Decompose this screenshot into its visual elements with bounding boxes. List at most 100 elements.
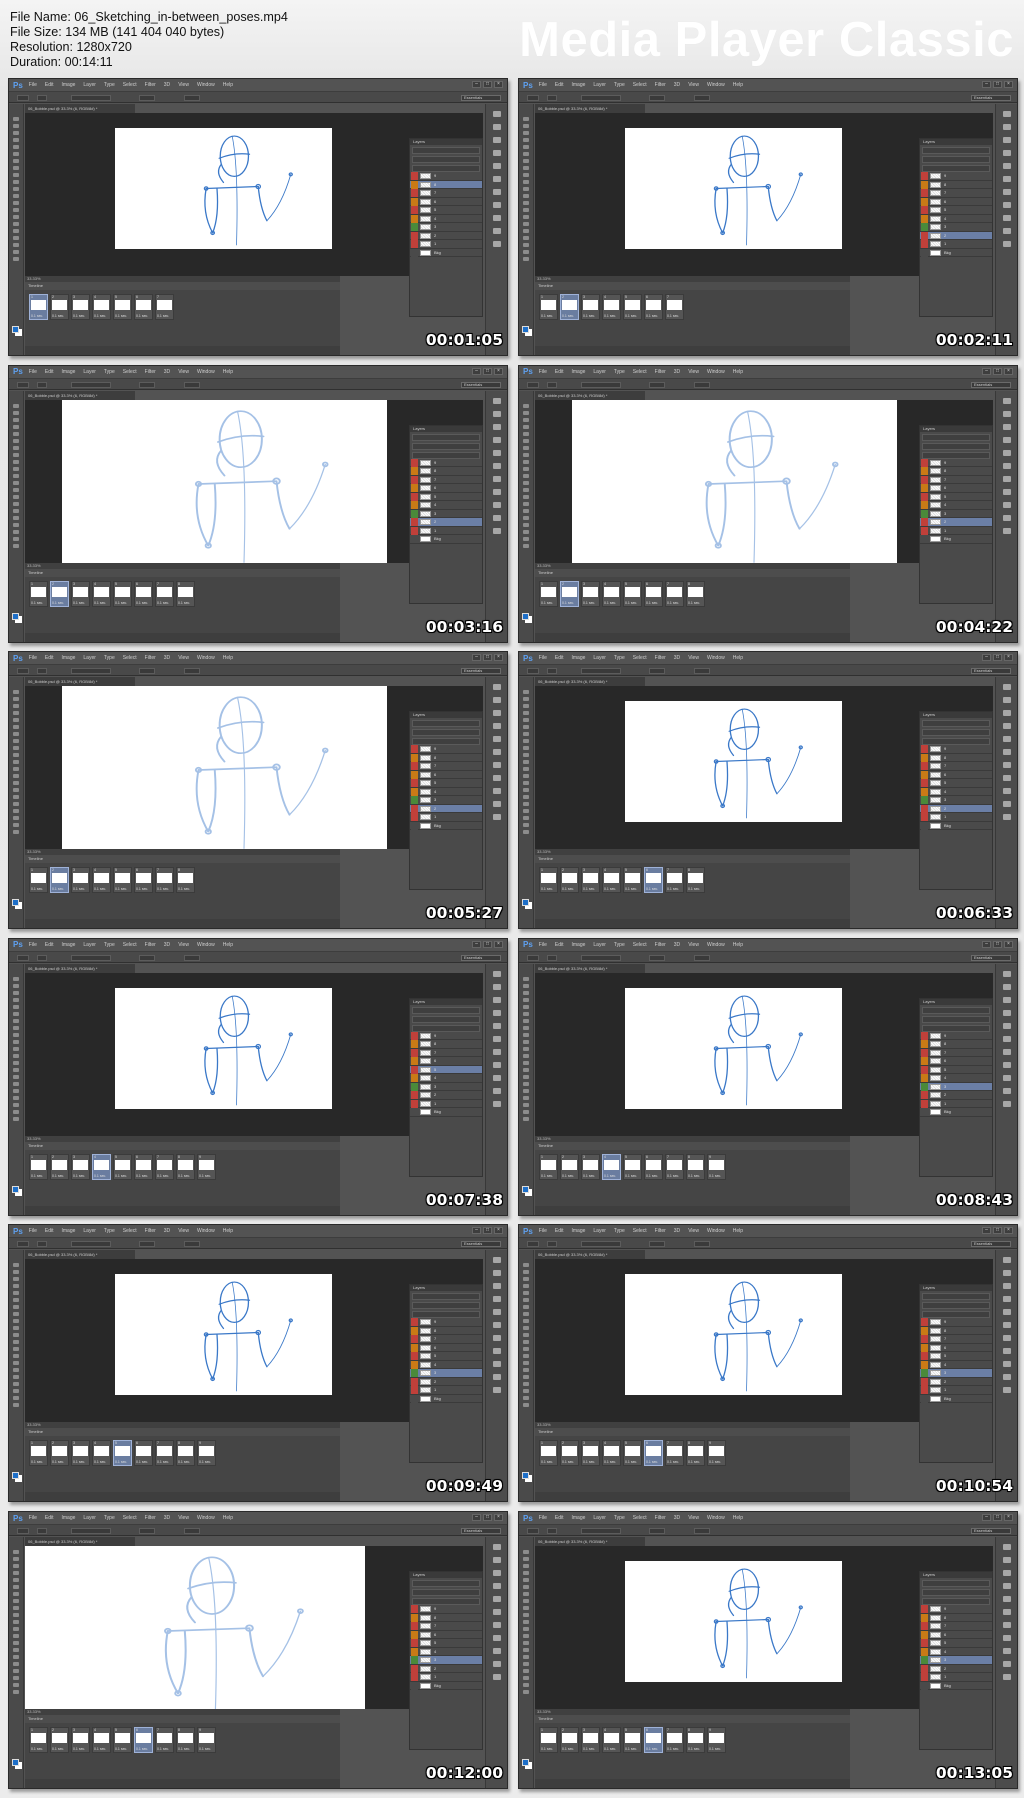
timeline-frame[interactable]: 1 0.1 sec. <box>29 580 48 607</box>
dock-panel-icon[interactable] <box>1002 215 1011 221</box>
tool-icon[interactable] <box>13 473 19 478</box>
layer-color-tag[interactable] <box>411 509 418 518</box>
menu-filter[interactable]: Filter <box>655 1515 666 1521</box>
tool-icon[interactable] <box>13 1095 19 1100</box>
menu-file[interactable]: File <box>29 82 37 88</box>
layer-row[interactable]: 8 <box>410 1040 482 1049</box>
menu-layer[interactable]: Layer <box>593 82 606 88</box>
layer-row[interactable]: 9 <box>410 1318 482 1327</box>
option-field[interactable] <box>37 954 47 961</box>
tool-icon[interactable] <box>523 1291 529 1296</box>
menu-help[interactable]: Help <box>223 1228 233 1234</box>
dock-panel-icon[interactable] <box>492 1270 501 1277</box>
dock-panel-icon[interactable] <box>1002 1348 1011 1355</box>
layer-color-tag[interactable] <box>411 745 418 754</box>
frame-duration[interactable]: 0.1 sec. <box>136 314 148 318</box>
frame-duration[interactable]: 0.1 sec. <box>562 1174 574 1178</box>
tool-icon[interactable] <box>13 1046 19 1051</box>
tool-icon[interactable] <box>13 753 19 758</box>
menu-window[interactable]: Window <box>707 82 725 88</box>
layer-color-tag[interactable] <box>921 1091 928 1100</box>
frame-duration[interactable]: 0.1 sec. <box>646 1174 658 1178</box>
layer-row[interactable]: 1 <box>920 1099 992 1109</box>
frame-duration[interactable]: 0.1 sec. <box>31 1460 43 1464</box>
tool-icon[interactable] <box>523 1389 529 1394</box>
tool-icon[interactable] <box>13 1585 19 1589</box>
menu-edit[interactable]: Edit <box>45 369 54 375</box>
frame-duration[interactable]: 0.1 sec. <box>583 314 595 318</box>
tool-icon[interactable] <box>13 201 19 205</box>
tool-icon[interactable] <box>523 473 529 478</box>
layer-row[interactable]: 2 <box>410 804 482 814</box>
tool-icon[interactable] <box>523 802 529 807</box>
dock-panel-icon[interactable] <box>1002 1035 1011 1042</box>
dock-panel-icon[interactable] <box>1002 176 1011 182</box>
dock-panel-icon[interactable] <box>1002 1661 1011 1667</box>
layer-row[interactable]: 8 <box>410 1326 482 1336</box>
menu-image[interactable]: Image <box>571 369 585 375</box>
layer-row[interactable]: 3 <box>410 1082 482 1092</box>
layer-row[interactable]: 8 <box>920 1040 992 1049</box>
timeline-frame[interactable]: 6 0.1 sec. <box>644 1440 663 1467</box>
layer-color-tag[interactable] <box>921 214 928 223</box>
timeline-frame[interactable]: 1 0.1 sec. <box>539 1727 558 1753</box>
tool-icon[interactable] <box>523 417 529 422</box>
layer-color-tag[interactable] <box>411 172 418 180</box>
menu-type[interactable]: Type <box>104 82 115 88</box>
dock-panel-icon[interactable] <box>492 137 501 143</box>
menu-window[interactable]: Window <box>197 82 215 88</box>
layer-color-tag[interactable] <box>411 518 418 527</box>
tool-icon[interactable] <box>523 222 529 226</box>
timeline-frame[interactable]: 6 0.1 sec. <box>644 1727 663 1753</box>
dock-panel-icon[interactable] <box>492 475 501 482</box>
timeline-frame[interactable]: 2 0.1 sec. <box>50 1153 69 1180</box>
layer-color-tag[interactable] <box>921 467 928 476</box>
frame-duration[interactable]: 0.1 sec. <box>199 1174 211 1178</box>
tool-icon[interactable] <box>13 711 19 716</box>
frame-duration[interactable]: 0.1 sec. <box>562 314 574 318</box>
tool-icon[interactable] <box>13 403 19 408</box>
tool-icon[interactable] <box>523 1298 529 1303</box>
workspace-dropdown[interactable]: Essentials <box>461 954 501 961</box>
tool-icon[interactable] <box>13 732 19 737</box>
frame-duration[interactable]: 0.1 sec. <box>625 1174 637 1178</box>
menu-window[interactable]: Window <box>707 942 725 948</box>
menu-3d[interactable]: 3D <box>164 655 170 661</box>
dock-panel-icon[interactable] <box>1002 241 1011 247</box>
minimize-button[interactable]: – <box>982 1227 991 1235</box>
tool-icon[interactable] <box>13 1067 19 1072</box>
frame-duration[interactable]: 0.1 sec. <box>562 887 574 891</box>
menu-edit[interactable]: Edit <box>555 1228 564 1234</box>
tool-icon[interactable] <box>13 452 19 457</box>
timeline-frame[interactable]: 4 0.1 sec. <box>602 294 621 320</box>
maximize-button[interactable]: □ <box>993 940 1002 948</box>
frame-duration[interactable]: 0.1 sec. <box>31 887 43 891</box>
layer-row[interactable]: 6 <box>920 197 992 206</box>
frame-duration[interactable]: 0.1 sec. <box>667 887 679 891</box>
dock-panel-icon[interactable] <box>1002 189 1011 195</box>
tool-icon[interactable] <box>523 403 529 408</box>
layer-color-tag[interactable] <box>921 1673 928 1681</box>
timeline-frame[interactable]: 9 0.1 sec. <box>707 1153 726 1180</box>
frame-duration[interactable]: 0.1 sec. <box>52 601 64 605</box>
tool-icon[interactable] <box>523 1641 529 1645</box>
tool-icon[interactable] <box>523 1039 529 1044</box>
frame-duration[interactable]: 0.1 sec. <box>94 601 106 605</box>
close-button[interactable]: × <box>1004 81 1013 88</box>
option-field[interactable] <box>581 954 621 961</box>
layer-color-tag[interactable] <box>411 1369 418 1378</box>
dock-panel-icon[interactable] <box>492 684 501 691</box>
frame-duration[interactable]: 0.1 sec. <box>115 1174 127 1178</box>
layer-row[interactable]: 1 <box>410 1386 482 1395</box>
tool-icon[interactable] <box>13 1011 19 1016</box>
tool-icon[interactable] <box>523 187 529 191</box>
timeline-frame[interactable]: 8 0.1 sec. <box>176 1153 195 1180</box>
frame-duration[interactable]: 0.1 sec. <box>178 1747 190 1751</box>
menu-edit[interactable]: Edit <box>45 655 54 661</box>
dock-panel-icon[interactable] <box>1002 1087 1011 1094</box>
timeline-frame[interactable]: 8 0.1 sec. <box>176 867 195 894</box>
dock-panel-icon[interactable] <box>1002 449 1011 456</box>
tool-icon[interactable] <box>523 1403 529 1408</box>
close-button[interactable]: × <box>494 654 503 662</box>
tool-icon[interactable] <box>523 1613 529 1617</box>
